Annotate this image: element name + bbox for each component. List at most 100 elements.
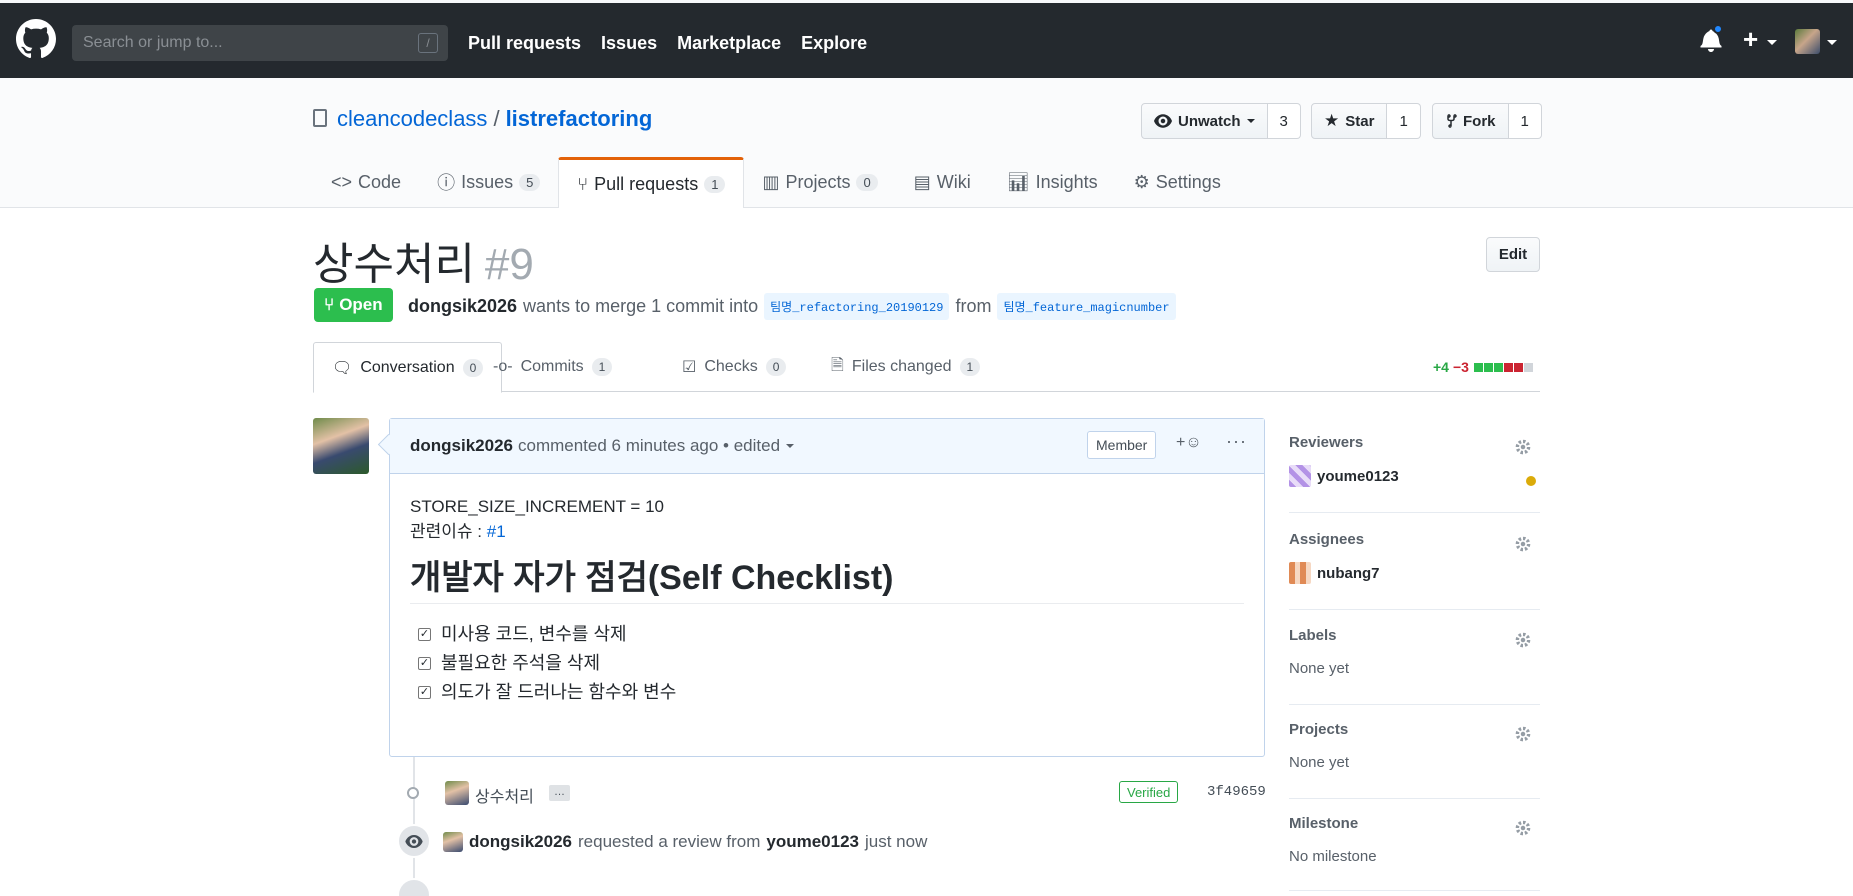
star-icon: ★ bbox=[1324, 111, 1340, 130]
commit-message-link[interactable]: 상수처리 bbox=[475, 783, 534, 807]
global-nav: Pull requests Issues Marketplace Explore bbox=[468, 33, 887, 54]
watch-count[interactable]: 3 bbox=[1267, 103, 1301, 139]
chevron-down-icon[interactable] bbox=[1767, 40, 1777, 45]
tab-files-changed[interactable]: 🗎︎ Files changed 1 bbox=[831, 342, 981, 392]
star-button[interactable]: ★ Star bbox=[1311, 103, 1388, 139]
sidebar-title[interactable]: Labels bbox=[1289, 627, 1540, 644]
sidebar-title[interactable]: Assignees bbox=[1289, 531, 1540, 548]
assignee-item[interactable]: nubang7 bbox=[1289, 562, 1540, 584]
checkbox[interactable]: ✓ bbox=[418, 686, 431, 699]
tab-counter: 0 bbox=[462, 358, 484, 377]
avatar[interactable] bbox=[1795, 29, 1820, 54]
gear-icon[interactable] bbox=[1514, 725, 1532, 743]
gear-icon[interactable] bbox=[1514, 535, 1532, 553]
tab-projects[interactable]: ▥ Projects 0 bbox=[744, 157, 895, 207]
global-header: Search or jump to... / Pull requests Iss… bbox=[0, 0, 1853, 78]
nav-marketplace[interactable]: Marketplace bbox=[677, 33, 781, 54]
smiley-icon[interactable]: +☺ bbox=[1176, 434, 1202, 452]
tab-label: Issues bbox=[461, 171, 514, 192]
checkbox[interactable]: ✓ bbox=[418, 628, 431, 641]
plus-icon[interactable]: + bbox=[1743, 24, 1758, 55]
tab-label: Pull requests bbox=[594, 173, 699, 194]
tab-label: Settings bbox=[1155, 171, 1221, 192]
notification-indicator bbox=[1713, 24, 1723, 34]
star-count[interactable]: 1 bbox=[1387, 103, 1421, 139]
nav-explore[interactable]: Explore bbox=[801, 33, 867, 54]
repo-title: cleancodeclass / listrefactoring bbox=[337, 106, 652, 132]
edit-button[interactable]: Edit bbox=[1486, 237, 1540, 272]
additions-count: +4 bbox=[1433, 359, 1449, 375]
tab-commits[interactable]: -o- Commits 1 bbox=[493, 342, 613, 392]
diff-block bbox=[1483, 363, 1493, 372]
verified-badge[interactable]: Verified bbox=[1119, 781, 1179, 803]
star-group: ★ Star 1 bbox=[1311, 103, 1421, 139]
sidebar-reviewers: Reviewers youme0123 bbox=[1289, 434, 1540, 513]
gear-icon[interactable] bbox=[1514, 819, 1532, 837]
avatar[interactable] bbox=[445, 781, 469, 805]
tab-label: Wiki bbox=[936, 171, 971, 192]
fork-button[interactable]: Fork bbox=[1432, 103, 1509, 139]
nav-pull-requests[interactable]: Pull requests bbox=[468, 33, 581, 54]
tab-conversation[interactable]: 🗨︎ Conversation 0 bbox=[313, 342, 503, 393]
comment-issue-line: 관련이슈 : #1 bbox=[410, 519, 1244, 544]
task-label: 불필요한 주석을 삭제 bbox=[441, 653, 601, 673]
gear-icon[interactable] bbox=[1514, 631, 1532, 649]
sidebar-title[interactable]: Milestone bbox=[1289, 815, 1540, 832]
avatar[interactable] bbox=[313, 418, 369, 474]
kebab-icon[interactable]: ··· bbox=[1226, 431, 1247, 452]
tab-issues[interactable]: ⓘ Issues 5 bbox=[419, 157, 558, 207]
tab-counter: 1 bbox=[959, 358, 981, 376]
github-logo-icon[interactable] bbox=[16, 19, 56, 59]
commit-expand-button[interactable]: … bbox=[549, 785, 570, 801]
tab-insights[interactable]: 📊︎ Insights bbox=[989, 157, 1116, 207]
labels-value: None yet bbox=[1289, 660, 1350, 677]
task-label: 의도가 잘 드러나는 함수와 변수 bbox=[441, 682, 677, 702]
comment-meta[interactable]: commented 6 minutes ago • edited bbox=[518, 436, 780, 456]
review-author-link[interactable]: dongsik2026 bbox=[469, 832, 572, 852]
chevron-down-icon[interactable] bbox=[786, 444, 795, 448]
pr-number: #9 bbox=[484, 240, 534, 289]
fork-count[interactable]: 1 bbox=[1508, 103, 1542, 139]
sidebar-assignees: Assignees nubang7 bbox=[1289, 531, 1540, 610]
gear-icon[interactable] bbox=[1514, 438, 1532, 456]
pr-author-link[interactable]: dongsik2026 bbox=[408, 296, 517, 317]
commit-icon bbox=[407, 787, 419, 799]
issue-label: 관련이슈 : bbox=[410, 522, 487, 541]
assignee-name: nubang7 bbox=[1317, 564, 1380, 582]
graph-icon: 📊︎ bbox=[1006, 171, 1030, 192]
chevron-down-icon[interactable] bbox=[1827, 40, 1837, 45]
reviewer-name: youme0123 bbox=[1317, 467, 1399, 485]
search-input[interactable]: Search or jump to... / bbox=[72, 25, 448, 61]
project-icon: ▥ bbox=[762, 171, 780, 192]
tab-code[interactable]: <> Code bbox=[313, 157, 419, 207]
reviewer-item[interactable]: youme0123 bbox=[1289, 465, 1540, 487]
repo-name-link[interactable]: listrefactoring bbox=[506, 106, 653, 131]
pending-review-indicator bbox=[1526, 476, 1536, 486]
avatar[interactable] bbox=[443, 832, 463, 852]
pull-request-icon: ⑂ bbox=[324, 295, 335, 314]
sidebar-title[interactable]: Reviewers bbox=[1289, 434, 1540, 451]
comment-box: dongsik2026 commented 6 minutes ago • ed… bbox=[389, 418, 1265, 757]
tab-wiki[interactable]: ▤ Wiki bbox=[896, 157, 989, 207]
tab-checks[interactable]: ☑ Checks 0 bbox=[682, 342, 787, 392]
nav-issues[interactable]: Issues bbox=[601, 33, 657, 54]
tab-settings[interactable]: ⚙ Settings bbox=[1116, 157, 1239, 207]
issue-link[interactable]: #1 bbox=[487, 522, 506, 541]
repo-owner-link[interactable]: cleancodeclass bbox=[337, 106, 487, 131]
reviewer-link[interactable]: youme0123 bbox=[766, 832, 859, 852]
person-icon bbox=[397, 878, 431, 896]
checkbox[interactable]: ✓ bbox=[418, 657, 431, 670]
base-branch[interactable]: 팀명_refactoring_20190129 bbox=[764, 293, 950, 320]
merge-text: wants to merge 1 commit into bbox=[523, 296, 759, 316]
tab-pull-requests[interactable]: ⑂ Pull requests 1 bbox=[558, 157, 745, 208]
book-icon: ▤ bbox=[913, 171, 931, 192]
tab-counter: 1 bbox=[591, 358, 613, 376]
tab-counter: 5 bbox=[519, 173, 541, 191]
status-label: Open bbox=[339, 295, 383, 314]
sidebar-title[interactable]: Projects bbox=[1289, 721, 1540, 738]
sidebar-projects: Projects None yet bbox=[1289, 721, 1540, 799]
head-branch[interactable]: 팀명_feature_magicnumber bbox=[997, 293, 1176, 320]
unwatch-button[interactable]: Unwatch bbox=[1141, 103, 1268, 139]
comment-author-link[interactable]: dongsik2026 bbox=[410, 436, 513, 456]
commit-sha-link[interactable]: 3f49659 bbox=[1207, 784, 1266, 800]
